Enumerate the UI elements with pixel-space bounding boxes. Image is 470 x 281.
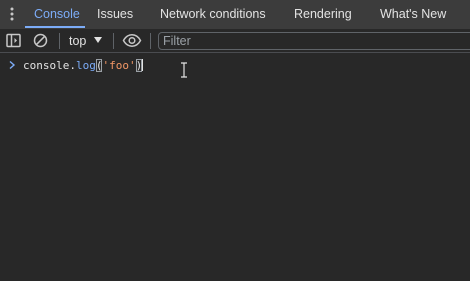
code-method: log	[75, 59, 96, 72]
tab-network-conditions[interactable]: Network conditions	[160, 0, 266, 29]
toolbar-divider	[59, 33, 60, 49]
tab-console[interactable]: Console	[34, 0, 80, 29]
tab-whats-new[interactable]: What's New	[380, 0, 446, 29]
console-output-area[interactable]: console.log('foo')	[0, 53, 470, 281]
toolbar-divider	[113, 33, 114, 49]
text-caret	[142, 59, 144, 71]
console-input-line[interactable]: console.log('foo')	[23, 58, 144, 74]
console-prompt[interactable]: console.log('foo')	[0, 58, 470, 74]
code-close-paren: )	[135, 59, 143, 72]
prompt-chevron-icon	[9, 60, 16, 70]
code-object: console	[23, 59, 70, 72]
filter-input[interactable]	[158, 32, 470, 50]
more-vertical-icon[interactable]	[6, 6, 18, 22]
active-tab-indicator	[25, 26, 85, 28]
text-cursor-icon	[181, 62, 187, 78]
execution-context-selector[interactable]: top	[69, 29, 86, 53]
tab-issues[interactable]: Issues	[97, 0, 133, 29]
devtools-tab-bar: Console Issues Network conditions Render…	[0, 0, 470, 29]
code-dot: .	[69, 59, 76, 72]
eye-icon[interactable]	[122, 32, 142, 49]
dropdown-triangle-icon[interactable]	[94, 37, 102, 43]
code-string: 'foo'	[102, 59, 136, 72]
show-sidebar-icon[interactable]	[5, 32, 22, 49]
tab-rendering[interactable]: Rendering	[294, 0, 352, 29]
console-toolbar: top	[0, 29, 470, 53]
clear-console-icon[interactable]	[32, 32, 49, 49]
toolbar-divider	[150, 33, 151, 49]
